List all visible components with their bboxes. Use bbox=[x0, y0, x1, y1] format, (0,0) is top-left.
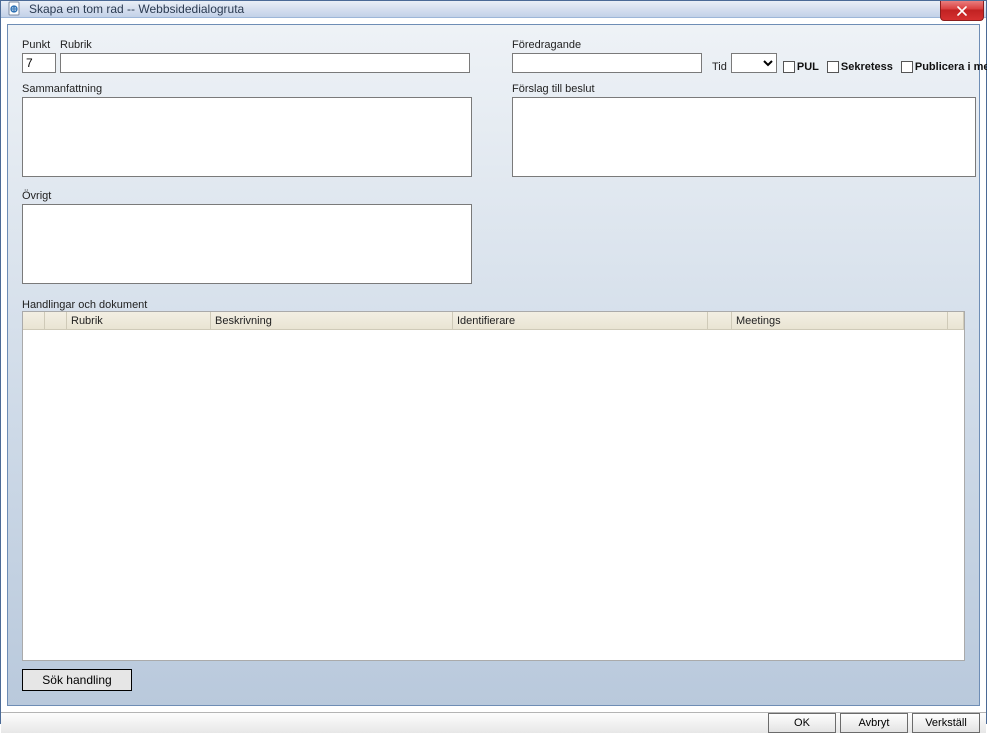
foredragande-input[interactable] bbox=[512, 53, 702, 73]
sekretess-checkbox[interactable] bbox=[827, 61, 839, 73]
close-button[interactable] bbox=[940, 1, 984, 21]
pul-label: PUL bbox=[797, 61, 819, 73]
titlebar: Skapa en tom rad -- Webbsidedialogruta bbox=[1, 1, 986, 18]
ovrigt-label: Övrigt bbox=[22, 190, 472, 202]
pul-checkbox[interactable] bbox=[783, 61, 795, 73]
tid-select[interactable] bbox=[731, 53, 777, 73]
sammanfattning-label: Sammanfattning bbox=[22, 83, 472, 95]
window-title: Skapa en tom rad -- Webbsidedialogruta bbox=[29, 2, 244, 16]
col-spacer-0[interactable] bbox=[23, 312, 45, 329]
documents-header-row: Rubrik Beskrivning Identifierare Meeting… bbox=[23, 312, 964, 330]
window-controls bbox=[940, 1, 984, 21]
tid-label: Tid bbox=[712, 61, 727, 73]
forslag-textarea[interactable] bbox=[512, 97, 976, 177]
ok-button[interactable]: OK bbox=[768, 713, 836, 733]
ovrigt-textarea[interactable] bbox=[22, 204, 472, 284]
publicera-checkbox[interactable] bbox=[901, 61, 913, 73]
punkt-input[interactable] bbox=[22, 53, 56, 73]
col-beskrivning[interactable]: Beskrivning bbox=[211, 312, 453, 329]
content-pane: Punkt Rubrik Sammanfattning Övrigt bbox=[7, 24, 980, 706]
col-spacer-2[interactable] bbox=[708, 312, 732, 329]
form-left: Punkt Rubrik Sammanfattning Övrigt bbox=[22, 39, 472, 287]
search-document-button[interactable]: Sök handling bbox=[22, 669, 132, 691]
sekretess-label: Sekretess bbox=[841, 61, 893, 73]
footer-bar: OK Avbryt Verkställ bbox=[1, 712, 986, 733]
dialog-window: Skapa en tom rad -- Webbsidedialogruta P… bbox=[0, 0, 987, 724]
documents-section-label: Handlingar och dokument bbox=[22, 299, 965, 311]
publicera-label: Publicera i meetings bbox=[915, 61, 987, 73]
col-identifierare[interactable]: Identifierare bbox=[453, 312, 708, 329]
punkt-label: Punkt bbox=[22, 39, 56, 51]
sammanfattning-textarea[interactable] bbox=[22, 97, 472, 177]
col-meetings[interactable]: Meetings bbox=[732, 312, 948, 329]
foredragande-label: Föredragande bbox=[512, 39, 702, 51]
rubrik-input[interactable] bbox=[60, 53, 470, 73]
col-spacer-1[interactable] bbox=[45, 312, 67, 329]
ie-page-icon bbox=[7, 1, 23, 17]
checkbox-group: PUL Sekretess Publicera i meetings bbox=[783, 61, 987, 73]
documents-table: Rubrik Beskrivning Identifierare Meeting… bbox=[22, 311, 965, 661]
col-rubrik[interactable]: Rubrik bbox=[67, 312, 211, 329]
form-top: Punkt Rubrik Sammanfattning Övrigt bbox=[22, 39, 965, 287]
cancel-button[interactable]: Avbryt bbox=[840, 713, 908, 733]
forslag-label: Förslag till beslut bbox=[512, 83, 987, 95]
apply-button[interactable]: Verkställ bbox=[912, 713, 980, 733]
rubrik-label: Rubrik bbox=[60, 39, 470, 51]
form-right: Föredragande Tid PUL Sekretess bbox=[512, 39, 987, 287]
documents-body[interactable] bbox=[23, 330, 964, 661]
col-spacer-3[interactable] bbox=[948, 312, 964, 329]
